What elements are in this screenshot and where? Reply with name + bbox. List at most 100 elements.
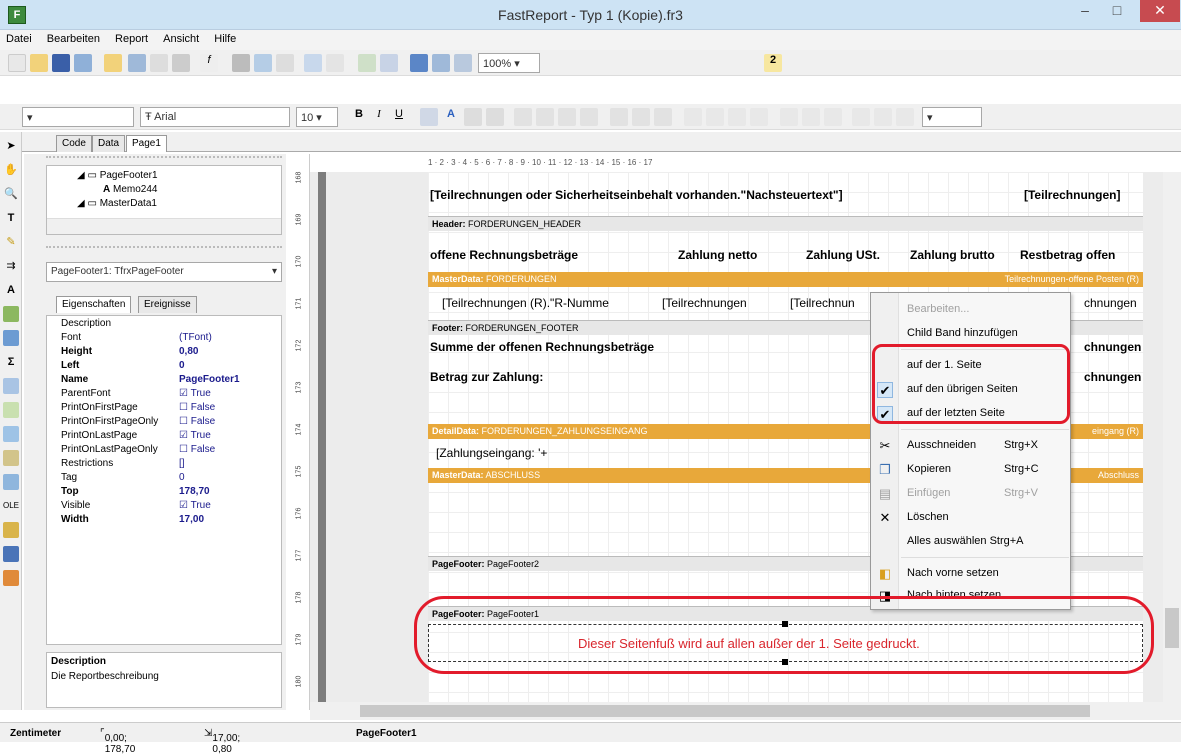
menu-ansicht[interactable]: Ansicht bbox=[157, 30, 205, 45]
header-band[interactable]: Header: FORDERUNGEN_HEADER bbox=[428, 216, 1143, 231]
minimize-button[interactable]: – bbox=[1070, 0, 1100, 22]
format-copy-icon[interactable]: ✎ bbox=[3, 234, 19, 250]
font-name-select[interactable]: Ŧ Arial bbox=[140, 107, 290, 127]
shadow-icon[interactable] bbox=[824, 108, 842, 126]
sysmemo-icon[interactable]: Σ bbox=[3, 354, 19, 370]
prop-font[interactable]: Font (TFont) bbox=[47, 332, 283, 346]
new-icon[interactable] bbox=[8, 54, 26, 72]
gauge-icon[interactable] bbox=[3, 570, 19, 586]
col-offene-rechnungsbetraege[interactable]: offene Rechnungsbeträge bbox=[430, 248, 578, 262]
check-icon[interactable]: ☑ bbox=[179, 430, 188, 441]
frame-right-icon[interactable] bbox=[750, 108, 768, 126]
valign-top-icon[interactable] bbox=[610, 108, 628, 126]
cut-icon[interactable] bbox=[232, 54, 250, 72]
menu-datei[interactable]: Datei bbox=[0, 30, 38, 45]
sum-right-text[interactable]: chnungen bbox=[1084, 340, 1141, 354]
bold-button[interactable]: B bbox=[350, 108, 368, 126]
frame-none-icon[interactable] bbox=[802, 108, 820, 126]
tree-item-pagefooter[interactable]: ◢ ▭ PageFooter1 bbox=[77, 170, 158, 181]
pay-text[interactable]: Betrag zur Zahlung: bbox=[430, 370, 543, 384]
check-icon[interactable]: ☑ bbox=[179, 388, 188, 399]
menu-item-child-band[interactable]: Child Band hinzufügen bbox=[871, 323, 1070, 345]
frame-top-icon[interactable] bbox=[684, 108, 702, 126]
check-icon[interactable]: ☑ bbox=[179, 500, 188, 511]
preview-icon[interactable] bbox=[74, 54, 92, 72]
paste-icon[interactable] bbox=[276, 54, 294, 72]
help-icon[interactable]: 2 bbox=[764, 54, 782, 72]
align-grid-icon[interactable] bbox=[432, 54, 450, 72]
prop-description[interactable]: Description bbox=[47, 318, 283, 332]
prop-left[interactable]: Left 0 bbox=[47, 360, 283, 374]
sum-text[interactable]: Summe der offenen Rechnungsbeträge bbox=[430, 340, 654, 354]
tree-hscrollbar[interactable] bbox=[47, 218, 281, 234]
text-tool-icon[interactable]: T bbox=[3, 210, 19, 226]
prop-printonfirstpage[interactable]: PrintOnFirstPage ☐ False bbox=[47, 402, 283, 416]
frame-all-icon[interactable] bbox=[780, 108, 798, 126]
prop-printonfirstpageonly[interactable]: PrintOnFirstPageOnly ☐ False bbox=[47, 416, 283, 430]
subreport-icon[interactable] bbox=[3, 330, 19, 346]
top-right-text[interactable]: [Teilrechnungen] bbox=[1024, 188, 1120, 202]
menu-item-bearbeiten[interactable]: Bearbeiten... bbox=[871, 299, 1070, 321]
font-size-select[interactable]: 10 ▾ bbox=[296, 107, 338, 127]
function-icon[interactable]: f bbox=[200, 54, 218, 72]
zoom-tool-icon[interactable]: 🔍 bbox=[3, 186, 19, 202]
band-tool-icon[interactable]: ⇉ bbox=[3, 258, 19, 274]
menu-report[interactable]: Report bbox=[109, 30, 154, 45]
prop-restrictions[interactable]: Restrictions[] bbox=[47, 458, 283, 472]
frame-style-icon[interactable] bbox=[896, 108, 914, 126]
ole-object-icon[interactable]: OLE bbox=[3, 498, 19, 514]
new-dialog-icon[interactable] bbox=[128, 54, 146, 72]
delete-page-icon[interactable] bbox=[150, 54, 168, 72]
property-grid[interactable]: Description Font (TFont) Height 0,80 Left 0… bbox=[46, 315, 282, 645]
tab-eigenschaften[interactable]: Eigenschaften bbox=[56, 296, 132, 313]
menu-item-einfuegen[interactable]: ▤ Einfügen Strg+V bbox=[871, 483, 1070, 505]
menu-item-nach-vorne[interactable]: ◧ Nach vorne setzen bbox=[871, 563, 1070, 585]
tab-page1[interactable]: Page1 bbox=[126, 135, 167, 152]
select-tool-icon[interactable]: ➤ bbox=[3, 138, 19, 154]
cross-tab-icon[interactable] bbox=[3, 474, 19, 490]
zoom-select[interactable]: 100% ▾ bbox=[478, 53, 540, 73]
md-field-2[interactable]: [Teilrechnungen bbox=[662, 296, 747, 310]
col-zahlung-netto[interactable]: Zahlung netto bbox=[678, 248, 757, 262]
frame-left-icon[interactable] bbox=[728, 108, 746, 126]
maximize-button[interactable]: □ bbox=[1102, 0, 1132, 22]
md-field-1[interactable]: [Teilrechnungen (R)."R-Numme bbox=[442, 296, 609, 310]
prop-width[interactable]: Width 17,00 bbox=[47, 514, 283, 528]
uncheck-icon[interactable]: ☐ bbox=[179, 444, 188, 455]
prop-visible[interactable]: Visible ☑ True bbox=[47, 500, 283, 514]
prop-parentfont[interactable]: ParentFont ☑ True bbox=[47, 388, 283, 402]
masterdata-band[interactable]: MasterData: FORDERUNGEN Teilrechnungen-of… bbox=[428, 272, 1143, 287]
rich-text-icon[interactable] bbox=[3, 426, 19, 442]
tab-ereignisse[interactable]: Ereignisse bbox=[138, 296, 197, 313]
frame-bottom-icon[interactable] bbox=[706, 108, 724, 126]
tree-item-memo[interactable]: A Memo244 bbox=[103, 184, 157, 195]
picture-object-icon[interactable] bbox=[3, 306, 19, 322]
hscroll-thumb[interactable] bbox=[360, 705, 1090, 717]
valign-middle-icon[interactable] bbox=[632, 108, 650, 126]
new-page-icon[interactable] bbox=[104, 54, 122, 72]
align-right-icon[interactable] bbox=[558, 108, 576, 126]
frame-color-icon[interactable] bbox=[874, 108, 892, 126]
uncheck-icon[interactable]: ☐ bbox=[179, 402, 188, 413]
fit-grid-icon[interactable] bbox=[454, 54, 472, 72]
italic-button[interactable]: I bbox=[370, 108, 388, 126]
pay-right-text[interactable]: chnungen bbox=[1084, 370, 1141, 384]
hand-tool-icon[interactable]: ✋ bbox=[3, 162, 19, 178]
line-object-icon[interactable] bbox=[3, 378, 19, 394]
menu-hilfe[interactable]: Hilfe bbox=[208, 30, 242, 45]
chart-object-icon[interactable] bbox=[3, 450, 19, 466]
tab-data[interactable]: Data bbox=[92, 135, 126, 152]
open-icon[interactable] bbox=[30, 54, 48, 72]
tab-code[interactable]: Code bbox=[56, 135, 92, 152]
align-justify-icon[interactable] bbox=[580, 108, 598, 126]
copy-icon[interactable] bbox=[254, 54, 272, 72]
style-select[interactable]: ▾ bbox=[22, 107, 134, 127]
barcode-icon[interactable] bbox=[3, 522, 19, 538]
save-icon[interactable] bbox=[52, 54, 70, 72]
font-color-icon[interactable]: A bbox=[442, 108, 460, 126]
col-restbetrag[interactable]: Restbetrag offen bbox=[1020, 248, 1115, 262]
underline-button[interactable]: U bbox=[390, 108, 408, 126]
grid-icon[interactable] bbox=[410, 54, 428, 72]
col-zahlung-ust[interactable]: Zahlung USt. bbox=[806, 248, 880, 262]
font-settings-icon[interactable] bbox=[420, 108, 438, 126]
